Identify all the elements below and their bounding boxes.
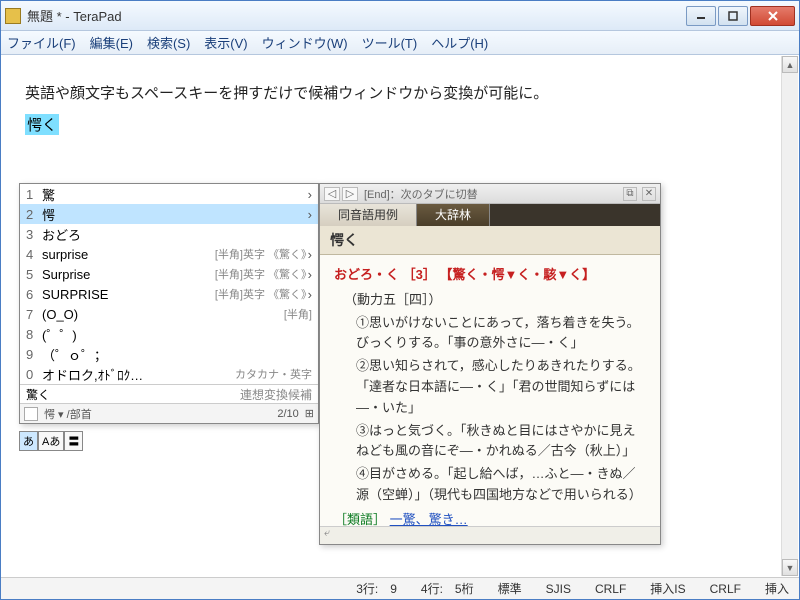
ime-candidate-1[interactable]: 1驚›: [20, 184, 318, 204]
ime-expand-icon[interactable]: ⊞: [305, 407, 314, 420]
ime-candidate-9[interactable]: 9（゜ｏ゜；: [20, 344, 318, 364]
scroll-track[interactable]: [782, 73, 798, 559]
ime-mode-bar: あ Aあ 〓: [19, 431, 83, 451]
dict-tab-daijirin[interactable]: 大辞林: [417, 204, 490, 226]
maximize-button[interactable]: [718, 6, 748, 26]
dict-headword: 愕く: [320, 226, 660, 255]
app-window: 無題 * - TeraPad ファイル(F) 編集(E) 検索(S) 表示(V)…: [0, 0, 800, 600]
dict-pin-button[interactable]: ⧉: [623, 187, 637, 201]
ime-footer: 驚く 連想変換候補 愕 ▾ /部首 2/10 ⊞: [20, 384, 318, 423]
ime-candidate-6[interactable]: 6SURPRISE[半角]英字 《驚く》›: [20, 284, 318, 304]
dict-toolbar: ◁ ▷ [End]：次のタブに切替 ⧉ ✕: [320, 184, 660, 204]
status-eol-1: CRLF: [591, 582, 630, 596]
ime-candidate-3[interactable]: 3おどろ: [20, 224, 318, 244]
status-insert-1: 挿入IS: [646, 580, 689, 597]
ime-bar-parts[interactable]: 愕 ▾ /部首: [44, 406, 92, 422]
dict-tabs: 同音語用例 大辞林: [320, 204, 660, 226]
dict-toolbar-hint: [End]：次のタブに切替: [364, 186, 621, 202]
dict-syn-link[interactable]: 一驚、驚き…: [390, 512, 468, 526]
dict-pos: （動力五［四］）: [344, 290, 646, 311]
ime-foot-label: 連想変換候補: [240, 386, 312, 403]
status-cursor-2: 4行: 5桁: [417, 580, 478, 597]
close-button[interactable]: [750, 6, 795, 26]
menu-edit[interactable]: 編集(E): [90, 33, 133, 52]
dict-def-4: ④目がさめる。「起し給へば，…ふと―・きぬ／源（空蝉）」（現代も四国地方などで用…: [356, 464, 646, 506]
menu-tools[interactable]: ツール(T): [362, 33, 418, 52]
ime-candidate-8[interactable]: 8(゜゜): [20, 324, 318, 344]
scroll-up-button[interactable]: ▲: [782, 56, 798, 73]
minimize-button[interactable]: [686, 6, 716, 26]
dict-syn-label: ［類語］: [334, 512, 386, 526]
dict-forward-button[interactable]: ▷: [342, 187, 358, 201]
ime-candidate-window: 1驚›2愕›3おどろ4surprise[半角]英字 《驚く》›5Surprise…: [19, 183, 319, 424]
dict-close-button[interactable]: ✕: [642, 187, 656, 201]
menu-window[interactable]: ウィンドウ(W): [262, 33, 348, 52]
dict-def-2: ②思い知らされて，感心したりあきれたりする。「達者な日本語に―・く」「君の世間知…: [356, 356, 646, 418]
vertical-scrollbar[interactable]: ▲ ▼: [781, 56, 798, 576]
dict-back-button[interactable]: ◁: [324, 187, 340, 201]
scroll-down-button[interactable]: ▼: [782, 559, 798, 576]
ime-tool-icon[interactable]: [24, 407, 38, 421]
dict-entry-head: おどろ・く ［3］ 【驚く・愕▼く・駭▼く】: [334, 265, 646, 286]
status-mode: 標準: [494, 580, 526, 597]
titlebar: 無題 * - TeraPad: [1, 1, 799, 31]
dict-synonyms: ［類語］ 一驚、驚き…: [334, 510, 646, 526]
status-encoding: SJIS: [542, 582, 575, 596]
app-icon: [5, 8, 21, 24]
text-line-1: 英語や顔文字もスペースキーを押すだけで候補ウィンドウから変換が可能に。: [25, 83, 775, 106]
menubar: ファイル(F) 編集(E) 検索(S) 表示(V) ウィンドウ(W) ツール(T…: [1, 31, 799, 55]
dict-footer: ⤶: [320, 526, 660, 544]
ime-mode-symbol[interactable]: 〓: [64, 431, 83, 451]
editor-area[interactable]: 英語や顔文字もスペースキーを押すだけで候補ウィンドウから変換が可能に。 愕く 1…: [1, 55, 799, 577]
ime-toolbar: 愕 ▾ /部首 2/10 ⊞: [20, 403, 318, 423]
window-buttons: [686, 6, 795, 26]
ime-counter: 2/10: [277, 408, 298, 420]
dict-def-3: ③はっと気づく。「秋きぬと目にはさやかに見えねども風の音にぞ―・かれぬる／古今（…: [356, 421, 646, 463]
composition-text: 愕く: [25, 114, 59, 135]
status-insert-2: 挿入: [761, 580, 793, 597]
ime-candidate-5[interactable]: 5Surprise[半角]英字 《驚く》›: [20, 264, 318, 284]
dict-tab-homonyms[interactable]: 同音語用例: [320, 204, 417, 226]
ime-mode-hiragana[interactable]: あ: [19, 431, 38, 451]
menu-view[interactable]: 表示(V): [204, 33, 247, 52]
dict-body: おどろ・く ［3］ 【驚く・愕▼く・駭▼く】 （動力五［四］） ①思いがけないこ…: [320, 255, 660, 526]
window-title: 無題 * - TeraPad: [27, 6, 686, 25]
ime-candidate-7[interactable]: 7(O_O)[半角]: [20, 304, 318, 324]
ime-foot-word: 驚く: [26, 386, 50, 403]
dictionary-panel: ◁ ▷ [End]：次のタブに切替 ⧉ ✕ 同音語用例 大辞林 愕く おどろ・く…: [319, 183, 661, 545]
ime-candidate-4[interactable]: 4surprise[半角]英字 《驚く》›: [20, 244, 318, 264]
menu-help[interactable]: ヘルプ(H): [431, 33, 488, 52]
menu-search[interactable]: 検索(S): [147, 33, 190, 52]
menu-file[interactable]: ファイル(F): [7, 33, 76, 52]
dict-def-1: ①思いがけないことにあって，落ち着きを失う。びっくりする。「事の意外さに―・く」: [356, 313, 646, 355]
status-eol-2: CRLF: [706, 582, 745, 596]
ime-mode-alpha[interactable]: Aあ: [38, 431, 64, 451]
status-cursor-1: 3行: 9: [352, 580, 401, 597]
statusbar: 3行: 9 4行: 5桁 標準 SJIS CRLF 挿入IS CRLF 挿入: [1, 577, 799, 599]
ime-candidate-0[interactable]: 0オドロク,ｵﾄﾞﾛｸ…カタカナ・英字: [20, 364, 318, 384]
ime-candidate-2[interactable]: 2愕›: [20, 204, 318, 224]
